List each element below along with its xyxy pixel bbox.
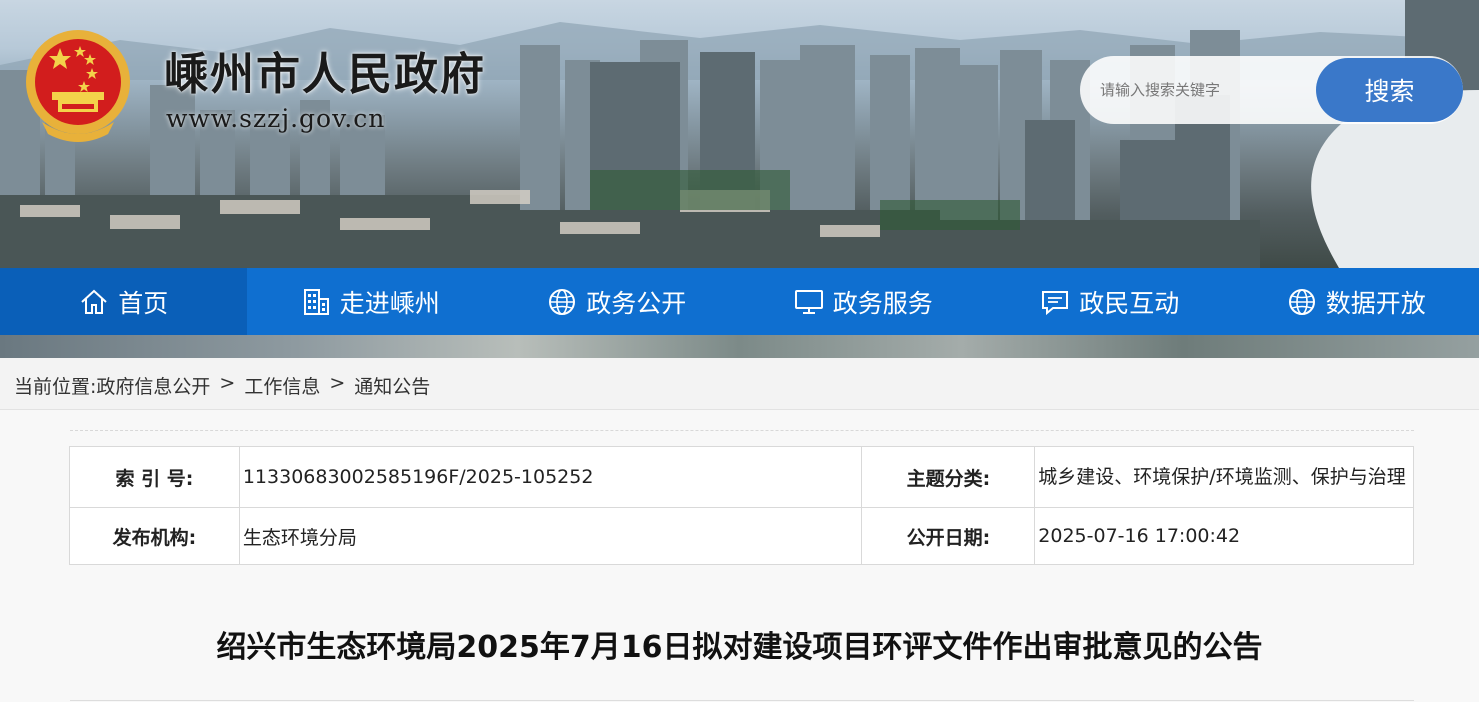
main-nav: 首页 走进嵊州 政务公开 政务服务 政民互动 数据开放: [0, 268, 1479, 335]
breadcrumb: 当前位置: 政府信息公开 > 工作信息 > 通知公告: [14, 372, 430, 399]
date-value: 2025-07-16 17:00:42: [1034, 507, 1414, 565]
globe-icon: [1288, 288, 1315, 315]
index-label: 索 引 号:: [69, 446, 240, 508]
article-title: 绍兴市生态环境局2025年7月16日拟对建设项目环评文件作出审批意见的公告: [216, 630, 1263, 665]
divider: [70, 430, 1414, 431]
nav-item-home[interactable]: 首页: [0, 268, 247, 335]
building-icon: [303, 288, 329, 315]
breadcrumb-link-gov-info[interactable]: 政府信息公开: [96, 372, 210, 399]
nav-item-label: 政民互动: [1079, 288, 1180, 318]
page: 嵊州市人民政府 www.szzj.gov.cn 搜索 首页 走进嵊州: [0, 0, 1479, 702]
monitor-icon: [794, 289, 823, 314]
table-row: 发布机构: 生态环境分局 公开日期: 2025-07-16 17:00:42: [69, 507, 1414, 565]
nav-item-label: 首页: [118, 288, 169, 318]
nav-item-interaction[interactable]: 政民互动: [986, 268, 1233, 335]
date-label: 公开日期:: [861, 507, 1036, 565]
topic-label: 主题分类:: [861, 446, 1036, 508]
publisher-value: 生态环境分局: [238, 507, 863, 565]
table-row: 索 引 号: 11330683002585196F/2025-105252 主题…: [69, 446, 1414, 508]
chat-icon: [1042, 290, 1069, 315]
nav-item-gov-info[interactable]: 政务公开: [493, 268, 740, 335]
nav-item-about[interactable]: 走进嵊州: [247, 268, 494, 335]
national-emblem-icon: [26, 30, 130, 142]
nav-item-label: 走进嵊州: [339, 288, 440, 318]
breadcrumb-separator: >: [329, 372, 346, 394]
nav-item-label: 数据开放: [1325, 288, 1426, 318]
divider: [70, 700, 1414, 701]
document-info-table: 索 引 号: 11330683002585196F/2025-105252 主题…: [69, 446, 1414, 565]
breadcrumb-link-notices[interactable]: 通知公告: [354, 372, 430, 399]
header-banner: 嵊州市人民政府 www.szzj.gov.cn 搜索: [0, 0, 1479, 268]
search-button[interactable]: 搜索: [1316, 58, 1463, 122]
home-icon: [81, 289, 107, 314]
publisher-label: 发布机构:: [69, 507, 240, 565]
breadcrumb-bar: 当前位置: 政府信息公开 > 工作信息 > 通知公告: [0, 358, 1479, 410]
site-url: www.szzj.gov.cn: [166, 104, 386, 133]
breadcrumb-separator: >: [219, 372, 236, 394]
nav-item-label: 政务公开: [586, 288, 687, 318]
breadcrumb-prefix: 当前位置:: [14, 376, 97, 398]
site-name: 嵊州市人民政府: [164, 49, 486, 100]
banner-strip: [0, 335, 1479, 358]
main-content: 索 引 号: 11330683002585196F/2025-105252 主题…: [0, 410, 1479, 702]
index-value: 11330683002585196F/2025-105252: [238, 446, 863, 508]
nav-item-label: 政务服务: [832, 288, 933, 318]
topic-value: 城乡建设、环境保护/环境监测、保护与治理: [1034, 446, 1414, 508]
nav-item-open-data[interactable]: 数据开放: [1233, 268, 1479, 335]
breadcrumb-link-work-info[interactable]: 工作信息: [244, 372, 320, 399]
nav-item-gov-service[interactable]: 政务服务: [740, 268, 987, 335]
globe-icon: [549, 288, 576, 315]
search-input[interactable]: [1100, 74, 1320, 106]
